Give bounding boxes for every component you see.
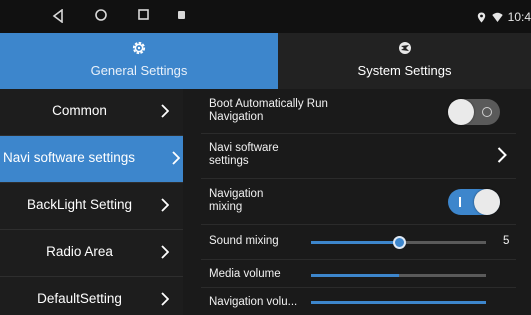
- wifi-icon: [491, 12, 503, 22]
- chevron-right-icon: [172, 151, 180, 165]
- sidebar-item-label: Common: [52, 103, 107, 118]
- row-label: Navi software settings: [209, 142, 279, 168]
- gear-icon: [132, 41, 146, 55]
- tab-system-settings[interactable]: System Settings: [278, 33, 531, 89]
- navigation-volume-row: Navigation volu...: [183, 288, 531, 315]
- boot-run-navigation-row[interactable]: Boot Automatically Run Navigation: [183, 89, 531, 133]
- slider-fill: [311, 301, 486, 304]
- tab-label: General Settings: [90, 63, 188, 78]
- sidebar-item-defaultsetting[interactable]: DefaultSetting: [0, 277, 183, 315]
- chevron-right-icon: [497, 147, 507, 163]
- navigation-volume-label: Navigation volu...: [209, 296, 298, 308]
- row-label-line: settings: [209, 155, 249, 167]
- sidebar-item-label: DefaultSetting: [37, 291, 122, 306]
- home-icon[interactable]: [95, 9, 109, 23]
- sound-mixing-row: Sound mixing 5: [183, 225, 531, 258]
- row-label: Boot Automatically Run Navigation: [209, 98, 328, 124]
- chevron-right-icon: [161, 198, 169, 212]
- boot-run-navigation-toggle[interactable]: [448, 99, 500, 125]
- media-volume-row: Media volume: [183, 260, 531, 287]
- navigation-mixing-row[interactable]: Navigation mixing: [183, 179, 531, 224]
- system-icon: [398, 42, 411, 54]
- media-volume-slider[interactable]: [311, 274, 486, 277]
- sidebar-item-label: BackLight Setting: [26, 197, 133, 212]
- toggle-knob: [448, 99, 474, 125]
- row-label-line: Boot Automatically Run: [209, 98, 328, 110]
- location-icon: [477, 12, 485, 22]
- sidebar-item-radio-area[interactable]: Radio Area: [0, 230, 183, 276]
- off-mark-icon: [482, 107, 492, 117]
- row-label-line: Navi software: [209, 142, 279, 154]
- status-time: 10:4: [507, 10, 531, 24]
- settings-panel: Boot Automatically Run Navigation Navi s…: [183, 89, 531, 315]
- sidebar-item-label: Navi software settings: [3, 150, 136, 165]
- row-label-line: Navigation: [209, 111, 264, 123]
- row-label-line: Navigation: [209, 188, 264, 200]
- sidebar-item-common[interactable]: Common: [0, 89, 183, 135]
- chevron-right-icon: [161, 292, 169, 306]
- slider-fill: [311, 241, 399, 244]
- on-mark-icon: [459, 197, 461, 207]
- notification-icon: [178, 11, 192, 25]
- back-icon[interactable]: [52, 9, 66, 23]
- chevron-right-icon: [161, 104, 169, 118]
- tab-label: System Settings: [357, 63, 452, 78]
- sound-mixing-label: Sound mixing: [209, 235, 279, 247]
- navi-software-settings-row[interactable]: Navi software settings: [183, 134, 531, 178]
- tab-bar: General Settings System Settings: [0, 33, 531, 89]
- sidebar-item-backlight-setting[interactable]: BackLight Setting: [0, 183, 183, 229]
- recent-apps-icon[interactable]: [138, 9, 152, 23]
- media-volume-label: Media volume: [209, 268, 281, 280]
- chevron-right-icon: [161, 245, 169, 259]
- row-label: Navigation mixing: [209, 188, 263, 214]
- navigation-volume-slider[interactable]: [311, 301, 486, 304]
- status-bar: 10:4: [0, 0, 531, 33]
- slider-fill: [311, 274, 399, 277]
- sidebar-item-label: Radio Area: [46, 244, 113, 259]
- toggle-knob: [474, 189, 500, 215]
- sound-mixing-value: 5: [503, 235, 510, 247]
- sound-mixing-slider[interactable]: [311, 236, 486, 249]
- row-label-line: mixing: [209, 201, 243, 213]
- sidebar-item-navi-software-settings[interactable]: Navi software settings: [0, 136, 183, 182]
- sidebar: Common Navi software settings BackLight …: [0, 89, 183, 315]
- tab-general-settings[interactable]: General Settings: [0, 33, 278, 89]
- slider-thumb[interactable]: [392, 236, 406, 249]
- navigation-mixing-toggle[interactable]: [448, 189, 500, 215]
